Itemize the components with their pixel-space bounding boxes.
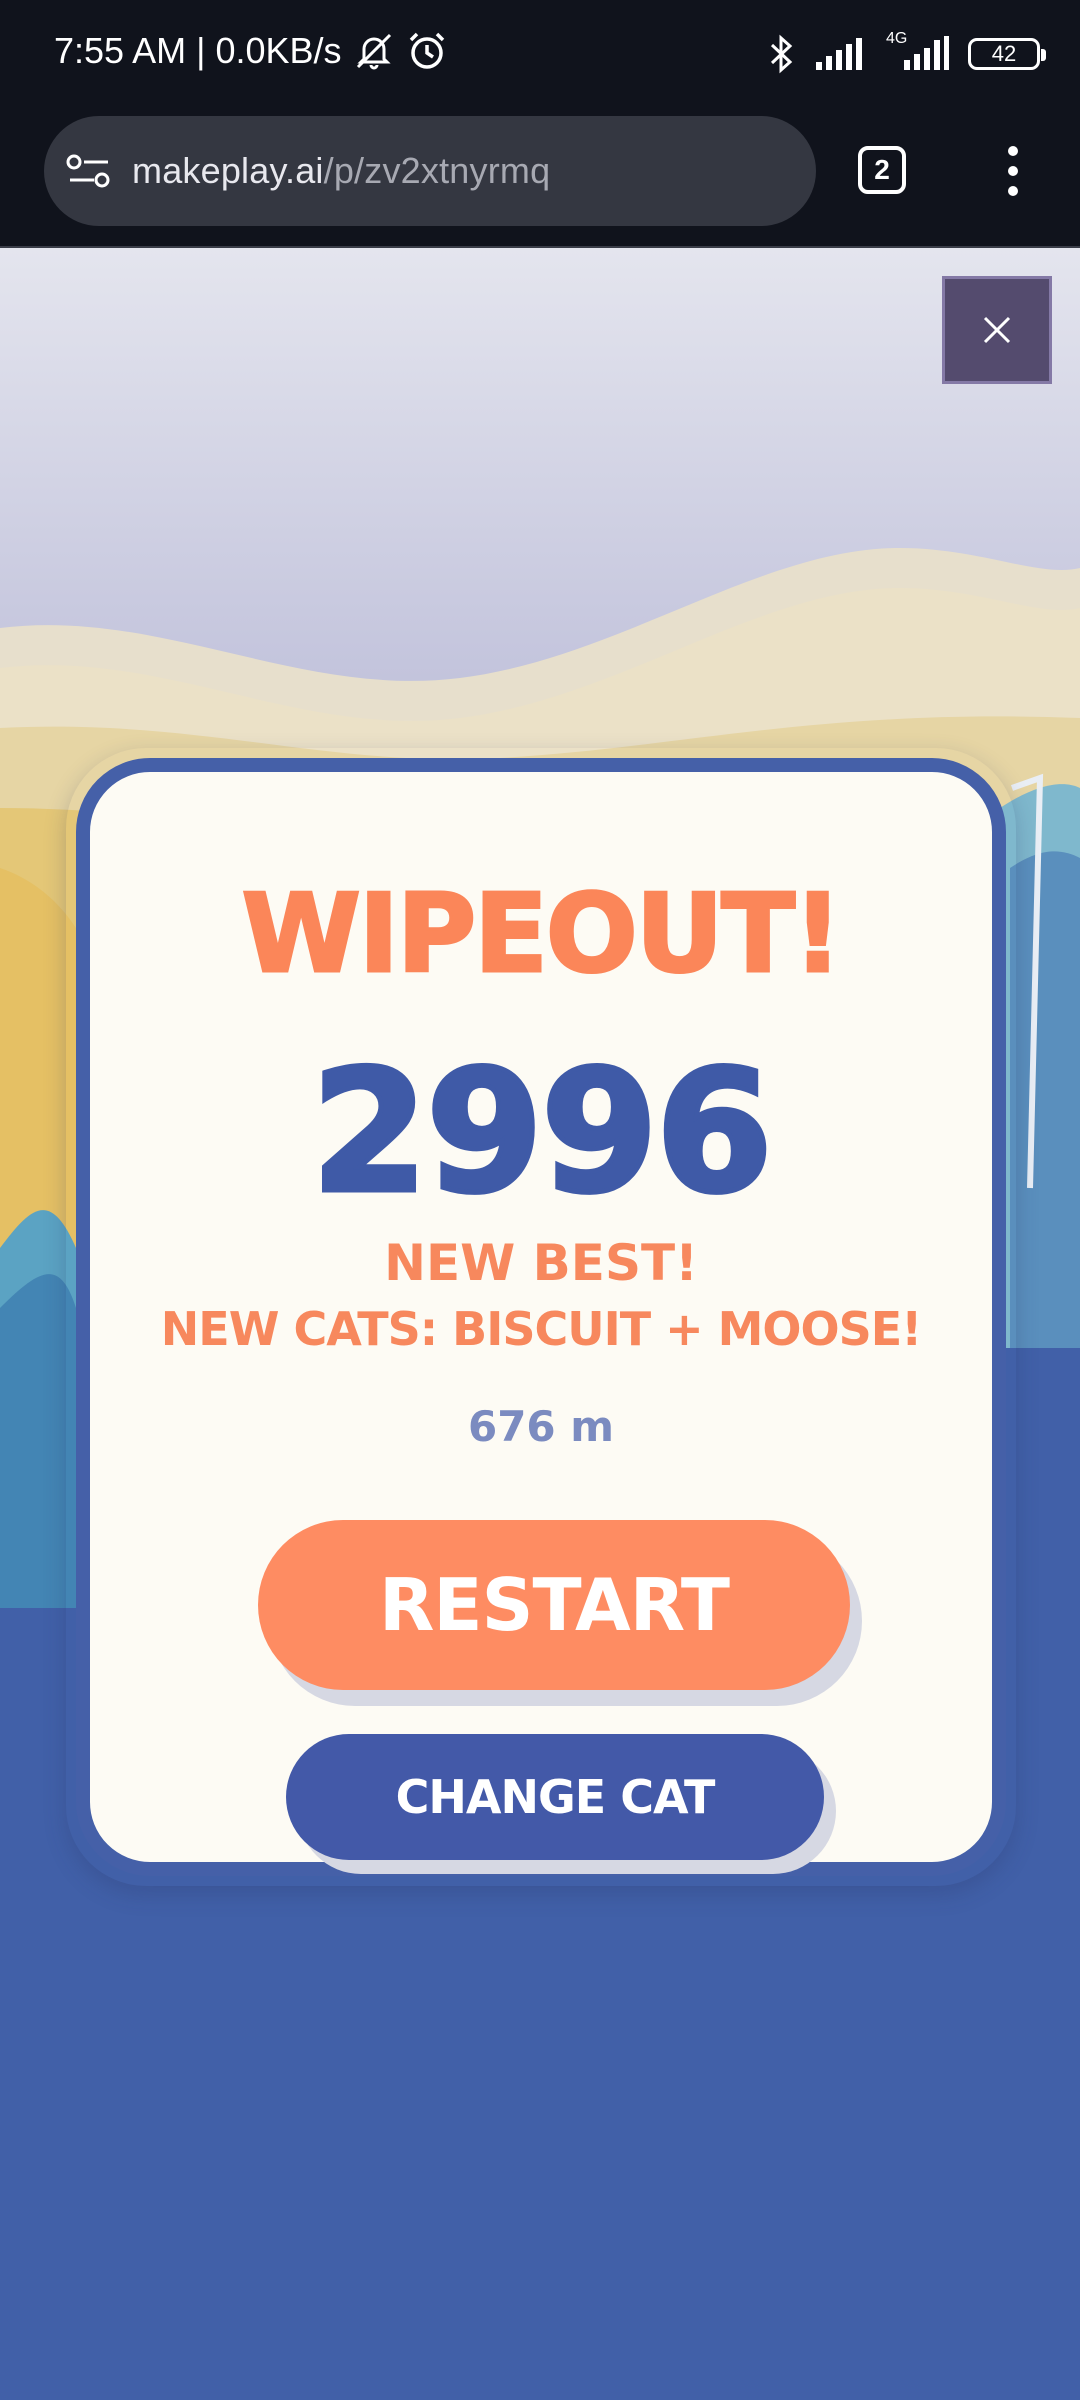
game-over-title: WIPEOUT! — [240, 871, 844, 999]
status-right: 4G 42 — [766, 30, 1046, 74]
url-path: /p/zv2xtnyrmq — [323, 150, 551, 191]
signal-icon — [816, 38, 862, 70]
url-text[interactable]: makeplay.ai/p/zv2xtnyrmq — [132, 150, 550, 192]
tab-switcher-button[interactable]: 2 — [858, 146, 906, 194]
close-icon — [983, 316, 1011, 344]
status-left: 7:55 AM | 0.0KB/s — [54, 30, 448, 72]
mute-icon — [356, 33, 391, 70]
bluetooth-icon — [770, 34, 793, 74]
site-settings-icon[interactable] — [66, 153, 112, 189]
new-best-label: NEW BEST! — [384, 1234, 698, 1292]
final-score: 2996 — [309, 1032, 776, 1233]
battery-level: 42 — [991, 41, 1017, 66]
restart-button[interactable]: RESTART — [258, 1520, 850, 1690]
address-bar[interactable]: makeplay.ai/p/zv2xtnyrmq — [44, 116, 816, 226]
menu-dot-icon — [1008, 166, 1018, 176]
menu-dot-icon — [1008, 146, 1018, 156]
menu-dot-icon — [1008, 186, 1018, 196]
status-time-speed: 7:55 AM | 0.0KB/s — [54, 30, 342, 71]
status-bar: 7:55 AM | 0.0KB/s 4G 42 — [0, 0, 1080, 112]
browser-toolbar: makeplay.ai/p/zv2xtnyrmq 2 — [0, 112, 1080, 248]
restart-button-wrap: RESTART — [258, 1520, 862, 1706]
signal-4g-icon — [904, 36, 949, 70]
game-over-modal: WIPEOUT! 2996 NEW BEST! NEW CATS: BISCUI… — [76, 758, 1006, 1876]
signal-4g: 4G — [884, 30, 950, 72]
change-cat-button[interactable]: CHANGE CAT — [286, 1734, 824, 1860]
browser-menu-button[interactable] — [998, 146, 1028, 196]
alarm-icon — [409, 32, 444, 69]
game-canvas[interactable]: WIPEOUT! 2996 NEW BEST! NEW CATS: BISCUI… — [0, 248, 1080, 2400]
battery-indicator: 42 — [968, 38, 1046, 70]
distance-label: 676 m — [467, 1402, 615, 1451]
unlocked-cats-text: NEW CATS: BISCUIT + MOOSE! — [160, 1302, 922, 1356]
tab-count: 2 — [874, 154, 890, 185]
url-domain: makeplay.ai — [132, 150, 324, 191]
close-button[interactable] — [942, 276, 1052, 384]
change-cat-button-wrap: CHANGE CAT — [286, 1734, 838, 1874]
